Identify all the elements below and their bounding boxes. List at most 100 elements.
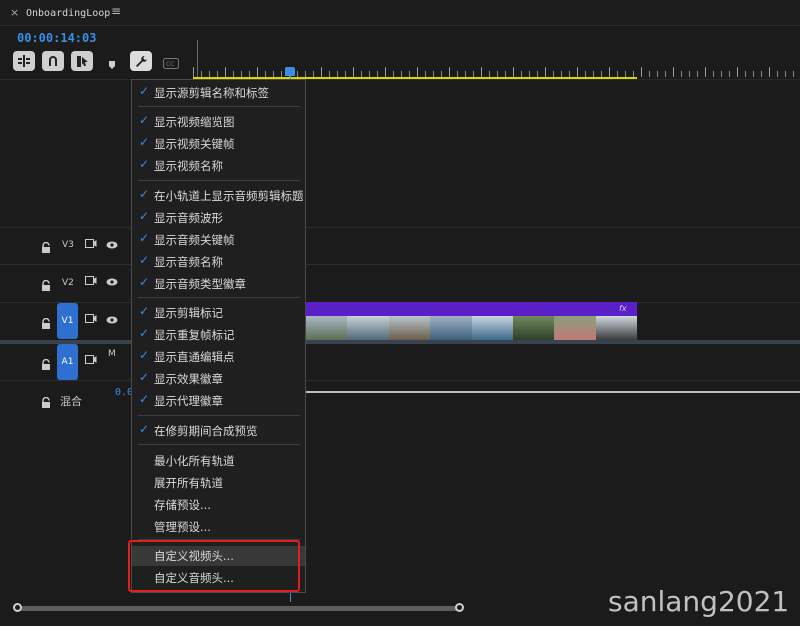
menu-item-show-video-thumbnails[interactable]: ✓ 显示视频缩览图 — [132, 112, 305, 132]
menu-item-label: 显示代理徽章 — [154, 394, 223, 408]
menu-separator — [138, 297, 300, 298]
captions-icon[interactable]: CC — [163, 54, 179, 73]
clip-thumbnail — [595, 316, 637, 340]
insert-sequence-as-nest-button[interactable] — [13, 51, 35, 71]
nest-icon — [18, 55, 30, 67]
close-tab-icon[interactable]: × — [10, 6, 19, 19]
tab-divider — [0, 25, 800, 26]
track-row-divider — [0, 380, 800, 382]
clip-thumbnail — [388, 316, 431, 340]
horizontal-zoom-scrollbar[interactable] — [17, 606, 459, 611]
linked-selection-icon — [76, 55, 88, 67]
toggle-track-output-icon[interactable] — [85, 270, 97, 285]
toggle-track-output-icon[interactable] — [85, 308, 97, 323]
track-label-v2[interactable]: V2 — [62, 278, 74, 288]
ruler-tick — [777, 71, 778, 77]
menu-item-show-source-clip-name-and-labels[interactable]: ✓ 显示源剪辑名称和标签 — [132, 83, 305, 103]
lock-icon[interactable] — [41, 277, 51, 291]
menu-item-show-audio-names[interactable]: ✓ 显示音频名称 — [132, 252, 305, 272]
menu-separator — [138, 415, 300, 416]
lock-icon[interactable] — [41, 239, 51, 253]
snap-button[interactable] — [42, 51, 64, 71]
ruler-tick — [649, 71, 650, 77]
ruler-tick — [609, 67, 610, 77]
source-patch-a1[interactable]: A1 — [57, 344, 78, 380]
checkmark-icon: ✓ — [139, 370, 150, 384]
toggle-sync-lock-icon[interactable] — [85, 349, 97, 364]
ruler-tick — [257, 67, 258, 77]
timeline-display-settings-menu: ✓ 显示源剪辑名称和标签 ✓ 显示视频缩览图 ✓ 显示视频关键帧 ✓ 显示视频名称 ✓ 在小轨道上… — [131, 79, 306, 593]
ruler-divider — [0, 79, 800, 80]
menu-item-show-video-names[interactable]: ✓ 显示视频名称 — [132, 156, 305, 176]
ruler-tick — [785, 71, 786, 77]
lock-icon[interactable] — [41, 315, 51, 329]
checkmark-icon: ✓ — [139, 135, 150, 149]
menu-item-show-proxy-badges[interactable]: ✓ 显示代理徽章 — [132, 391, 305, 411]
menu-item-show-audio-keyframes[interactable]: ✓ 显示音频关键帧 — [132, 230, 305, 250]
eye-icon[interactable] — [106, 271, 118, 286]
ruler-tick — [321, 67, 322, 77]
menu-item-manage-presets[interactable]: 管理预设... — [132, 517, 305, 537]
watermark-text: sanlang2021 — [608, 585, 790, 618]
menu-item-label: 显示视频缩览图 — [154, 115, 235, 129]
source-patch-v1[interactable]: V1 — [57, 303, 78, 339]
ruler-tick — [713, 71, 714, 77]
menu-item-label: 展开所有轨道 — [154, 476, 223, 490]
checkmark-icon: ✓ — [139, 84, 150, 98]
playhead-handle[interactable] — [285, 67, 295, 76]
menu-item-composite-preview-during-trim[interactable]: ✓ 在修剪期间合成预览 — [132, 421, 305, 441]
fx-badge[interactable]: fx — [619, 304, 627, 313]
menu-item-show-clip-markers[interactable]: ✓ 显示剪辑标记 — [132, 303, 305, 323]
menu-item-show-audio-clip-titles-small-tracks[interactable]: ✓ 在小轨道上显示音频剪辑标题 — [132, 186, 305, 206]
mix-track-line — [306, 391, 800, 393]
menu-item-label: 管理预设... — [154, 520, 211, 534]
playhead-timecode[interactable]: 00:00:14:03 — [17, 31, 96, 45]
checkmark-icon: ✓ — [139, 209, 150, 223]
video-audio-divider[interactable] — [0, 340, 800, 344]
clip-thumbnail — [512, 316, 555, 340]
timeline-display-settings-button[interactable] — [130, 51, 152, 71]
menu-item-show-audio-type-badges[interactable]: ✓ 显示音频类型徽章 — [132, 274, 305, 294]
menu-item-label: 最小化所有轨道 — [154, 454, 235, 468]
menu-item-show-fx-badges[interactable]: ✓ 显示效果徽章 — [132, 369, 305, 389]
track-label-v3[interactable]: V3 — [62, 240, 74, 250]
video-clip-header[interactable] — [306, 302, 637, 316]
wrench-icon — [135, 55, 147, 67]
lock-icon[interactable] — [41, 356, 51, 370]
eye-icon[interactable] — [106, 234, 118, 249]
toggle-track-output-icon[interactable] — [85, 233, 97, 248]
checkmark-icon: ✓ — [139, 157, 150, 171]
sequence-tab-title[interactable]: OnboardingLoop — [26, 8, 110, 19]
add-marker-icon[interactable] — [108, 55, 116, 74]
magnet-icon — [49, 56, 57, 66]
menu-item-show-duplicate-frame-markers[interactable]: ✓ 显示重复帧标记 — [132, 325, 305, 345]
clip-thumbnail — [306, 316, 348, 340]
ruler-tick — [689, 71, 690, 77]
eye-icon[interactable] — [106, 309, 118, 324]
ruler-tick — [577, 67, 578, 77]
menu-item-label: 显示音频名称 — [154, 255, 223, 269]
ruler-tick — [665, 71, 666, 77]
ruler-tick — [737, 67, 738, 77]
menu-item-show-audio-waveform[interactable]: ✓ 显示音频波形 — [132, 208, 305, 228]
video-clip-thumbnails[interactable] — [306, 316, 637, 340]
linked-selection-button[interactable] — [71, 51, 93, 71]
menu-item-show-video-keyframes[interactable]: ✓ 显示视频关键帧 — [132, 134, 305, 154]
track-row-v3 — [0, 227, 800, 264]
ruler-tick — [753, 71, 754, 77]
ruler-tick — [721, 71, 722, 77]
scrollbar-right-handle[interactable] — [455, 603, 464, 612]
scrollbar-left-handle[interactable] — [13, 603, 22, 612]
menu-item-label: 显示音频波形 — [154, 211, 223, 225]
menu-item-expand-all-tracks[interactable]: 展开所有轨道 — [132, 473, 305, 493]
mute-track-button[interactable]: M — [108, 349, 116, 359]
menu-item-label: 显示剪辑标记 — [154, 306, 223, 320]
menu-item-minimize-all-tracks[interactable]: 最小化所有轨道 — [132, 451, 305, 471]
menu-item-label: 显示视频关键帧 — [154, 137, 235, 151]
time-ruler[interactable] — [190, 67, 800, 77]
menu-item-save-preset[interactable]: 存储预设... — [132, 495, 305, 515]
menu-item-show-through-edits[interactable]: ✓ 显示直通编辑点 — [132, 347, 305, 367]
menu-item-label: 在修剪期间合成预览 — [154, 424, 258, 438]
panel-menu-icon[interactable]: ≡ — [111, 4, 121, 18]
lock-icon[interactable] — [41, 394, 51, 408]
